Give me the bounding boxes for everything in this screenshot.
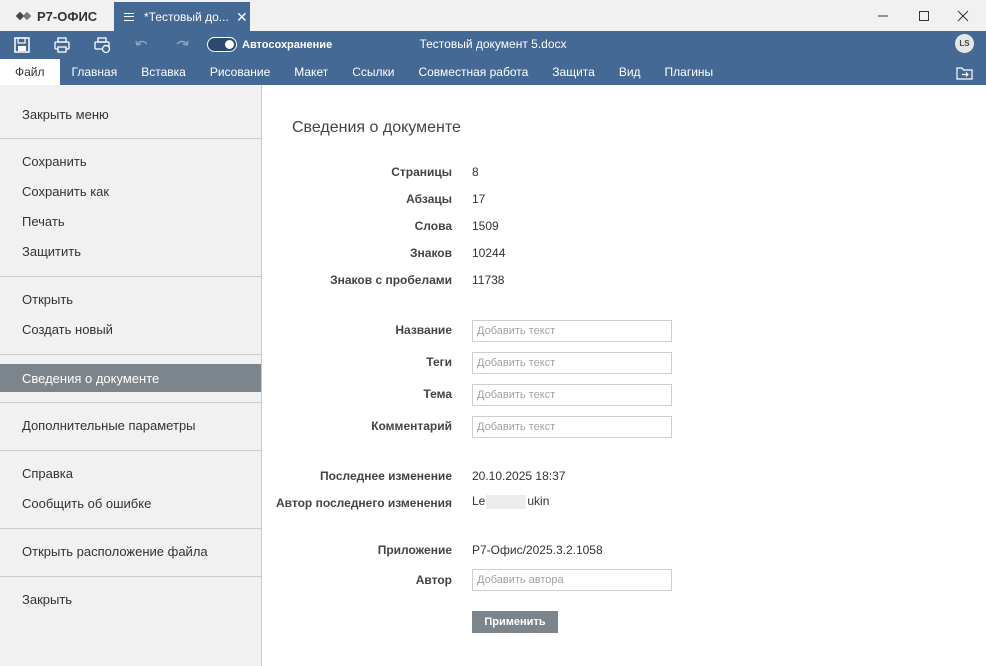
menu-divider [0, 528, 261, 529]
document-tab-title: *Тестовый до... [144, 9, 229, 24]
document-info-panel: Сведения о документе Страницы 8 Абзацы 1… [262, 85, 986, 666]
app-brand: Р7-ОФИС [15, 8, 98, 24]
author-label: Автор [415, 573, 452, 587]
stat-label-words: Слова [414, 219, 452, 233]
tab-draw[interactable]: Рисование [198, 59, 282, 85]
last-author-suffix: ukin [527, 494, 550, 508]
author-input[interactable] [472, 569, 672, 591]
tab-protection[interactable]: Защита [540, 59, 607, 85]
document-title: Тестовый документ 5.docx [419, 37, 567, 51]
stat-value-words: 1509 [472, 219, 499, 233]
close-tab-icon[interactable]: ✕ [236, 10, 248, 24]
stat-value-pages: 8 [472, 165, 479, 179]
header-toolbar: Автосохранение Тестовый документ 5.docx … [0, 31, 986, 85]
title-field-label: Название [395, 323, 452, 337]
last-author-prefix: Le [472, 494, 486, 508]
file-menu-sidebar: Закрыть меню Сохранить Сохранить как Печ… [0, 85, 262, 666]
apply-button[interactable]: Применить [472, 611, 558, 633]
stat-label-pages: Страницы [391, 165, 452, 179]
menu-open-file-location[interactable]: Открыть расположение файла [0, 537, 261, 565]
last-modified-value: 20.10.2025 18:37 [472, 469, 566, 483]
hamburger-icon[interactable] [124, 12, 134, 21]
menu-divider [0, 402, 261, 403]
menu-divider [0, 450, 261, 451]
tab-file[interactable]: Файл [0, 59, 60, 85]
open-file-location-icon[interactable] [956, 66, 973, 80]
subject-field-label: Тема [423, 387, 452, 401]
minimize-button[interactable] [860, 0, 906, 31]
last-modified-label: Последнее изменение [320, 469, 452, 483]
page-title: Сведения о документе [292, 119, 461, 136]
tab-plugins[interactable]: Плагины [653, 59, 726, 85]
close-icon [957, 10, 969, 21]
menu-protect[interactable]: Защитить [0, 237, 261, 265]
tags-field-label: Теги [426, 355, 452, 369]
stat-label-chars: Знаков [410, 246, 452, 260]
title-bar: Р7-ОФИС *Тестовый до... ✕ [0, 0, 986, 31]
brand-name: Р7-ОФИС [37, 8, 98, 24]
menu-divider [0, 138, 261, 139]
maximize-icon [919, 10, 929, 21]
menu-print[interactable]: Печать [0, 207, 261, 235]
menu-close-menu[interactable]: Закрыть меню [0, 100, 261, 128]
menu-divider [0, 576, 261, 577]
tags-input[interactable] [472, 352, 672, 374]
comment-field-label: Комментарий [371, 419, 452, 433]
tab-layout[interactable]: Макет [282, 59, 340, 85]
stat-value-chars-spaces: 11738 [472, 273, 505, 287]
menu-create-new[interactable]: Создать новый [0, 315, 261, 343]
application-value: Р7-Офис/2025.3.2.1058 [472, 543, 603, 557]
tab-references[interactable]: Ссылки [340, 59, 406, 85]
tab-view[interactable]: Вид [607, 59, 653, 85]
comment-input[interactable] [472, 416, 672, 438]
document-tab[interactable]: *Тестовый до... ✕ [114, 2, 250, 31]
last-author-label: Автор последнего изменения [275, 496, 452, 510]
menu-open[interactable]: Открыть [0, 285, 261, 313]
subject-input[interactable] [472, 384, 672, 406]
redacted-text [486, 494, 527, 509]
stat-value-chars: 10244 [472, 246, 506, 260]
menu-help[interactable]: Справка [0, 459, 261, 487]
menu-document-info[interactable]: Сведения о документе [0, 364, 261, 392]
ribbon-tabs: Файл Главная Вставка Рисование Макет Ссы… [0, 59, 725, 85]
menu-divider [0, 354, 261, 355]
application-label: Приложение [377, 543, 452, 557]
close-window-button[interactable] [940, 0, 986, 31]
stat-label-paragraphs: Абзацы [406, 192, 452, 206]
stat-value-paragraphs: 17 [472, 192, 486, 206]
stat-label-chars-spaces: Знаков с пробелами [330, 273, 452, 287]
tab-collaboration[interactable]: Совместная работа [406, 59, 540, 85]
menu-report-bug[interactable]: Сообщить об ошибке [0, 489, 261, 517]
menu-save[interactable]: Сохранить [0, 147, 261, 175]
user-avatar[interactable]: LS [955, 34, 974, 53]
tab-insert[interactable]: Вставка [129, 59, 198, 85]
menu-close[interactable]: Закрыть [0, 585, 261, 613]
menu-advanced-settings[interactable]: Дополнительные параметры [0, 411, 261, 439]
title-input[interactable] [472, 320, 672, 342]
last-author-value: Le ukin [472, 494, 549, 509]
minimize-icon [878, 15, 888, 16]
tab-home[interactable]: Главная [60, 59, 130, 85]
menu-divider [0, 276, 261, 277]
menu-save-as[interactable]: Сохранить как [0, 177, 261, 205]
logo-icon [15, 10, 32, 22]
